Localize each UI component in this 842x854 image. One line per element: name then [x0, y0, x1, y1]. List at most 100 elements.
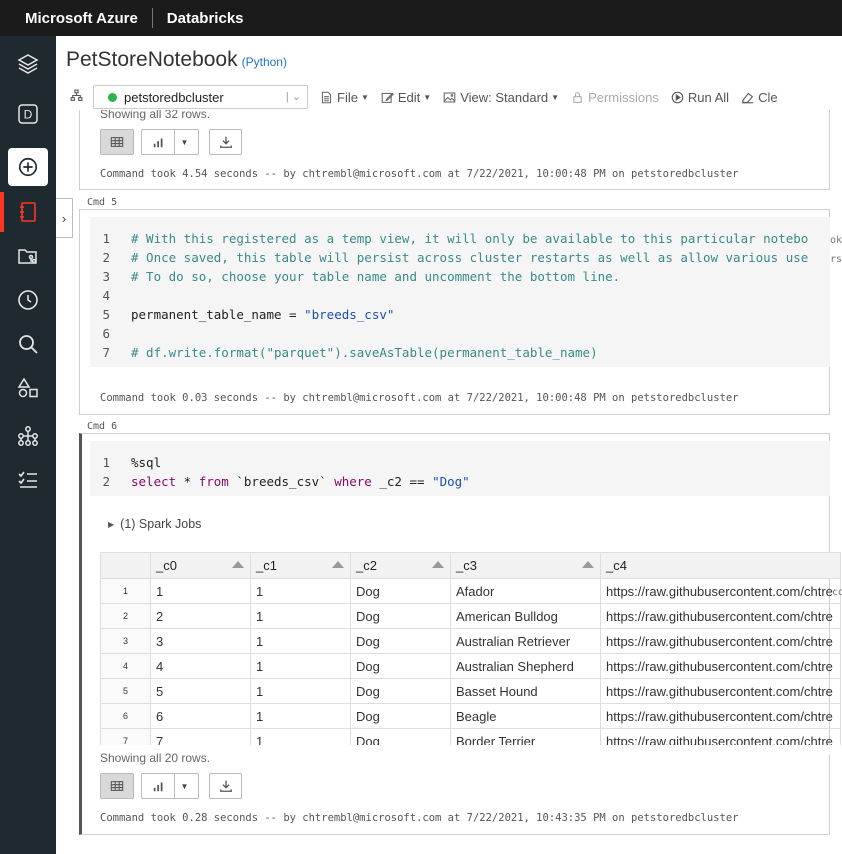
- table-header-row: _c0 _c1 _c2 _c3 _c4: [100, 552, 841, 579]
- azure-brand[interactable]: Microsoft Azure: [0, 10, 138, 27]
- notebook-content[interactable]: Showing all 32 rows. ▼ Command took 4.54…: [56, 110, 842, 854]
- top-bar: Microsoft Azure Databricks: [0, 0, 842, 36]
- chart-view-button[interactable]: ▼: [141, 129, 199, 155]
- sort-icon: [232, 561, 244, 568]
- notebook-name[interactable]: PetStoreNotebook: [66, 48, 238, 71]
- bar-chart-icon: [153, 138, 163, 148]
- download-icon: [219, 136, 232, 148]
- line-number: 1: [102, 455, 110, 470]
- table-icon: [110, 781, 124, 791]
- edit-menu[interactable]: Edit ▼: [381, 90, 431, 105]
- search-icon[interactable]: [0, 324, 56, 364]
- column-header[interactable]: _c2: [350, 552, 451, 579]
- bar-chart-icon: [153, 782, 163, 792]
- cell6-row-count: Showing all 20 rows.: [100, 751, 211, 765]
- eraser-icon: [741, 92, 754, 103]
- notebook-icon[interactable]: [0, 192, 56, 232]
- sort-icon: [432, 561, 444, 568]
- chevron-down-icon: ▼: [180, 137, 189, 147]
- code-line: # With this registered as a temp view, i…: [131, 231, 809, 246]
- databricks-brand: Databricks: [166, 9, 244, 27]
- permissions-button[interactable]: Permissions: [571, 90, 659, 105]
- code-line: # df.write.format("parquet").saveAsTable…: [131, 345, 598, 360]
- cell5-code-editor[interactable]: 1 # With this registered as a temp view,…: [90, 217, 830, 367]
- cluster-selector[interactable]: petstoredbcluster | ⌄: [93, 85, 308, 109]
- notebook-language[interactable]: (Python): [242, 55, 287, 69]
- chart-view-button[interactable]: ▼: [141, 773, 199, 799]
- clear-menu-label: Cle: [758, 89, 778, 105]
- column-header[interactable]: _c1: [250, 552, 351, 579]
- file-menu[interactable]: File ▼: [320, 90, 369, 105]
- sort-icon: [332, 561, 344, 568]
- cluster-name: petstoredbcluster: [124, 89, 224, 105]
- column-header[interactable]: _c4: [600, 552, 841, 579]
- cluster-tree-icon[interactable]: [0, 416, 56, 456]
- clipped-text: co: [832, 587, 842, 598]
- jobs-list-icon[interactable]: [0, 460, 56, 500]
- line-number: 3: [102, 269, 110, 284]
- clipped-text: rs: [830, 254, 842, 265]
- table-row: 6 6 1 Dog Beagle https://raw.githubuserconten…: [100, 703, 841, 729]
- line-number: 2: [102, 250, 110, 265]
- brand-divider: [151, 8, 153, 28]
- repos-icon[interactable]: [0, 236, 56, 276]
- column-header[interactable]: _c0: [150, 552, 251, 579]
- clear-menu[interactable]: Cle: [741, 90, 778, 105]
- svg-text:D: D: [24, 108, 33, 122]
- code-line: select * from `breeds_csv` where _c2 == …: [131, 474, 470, 489]
- layers-icon[interactable]: [0, 44, 56, 84]
- code-line: # To do so, choose your table name and u…: [131, 269, 621, 284]
- spark-jobs-label: (1) Spark Jobs: [120, 517, 202, 531]
- cluster-tree-icon: [70, 89, 83, 105]
- permissions-label: Permissions: [588, 89, 659, 105]
- file-icon: [321, 91, 332, 103]
- run-all-button[interactable]: Run All: [671, 90, 729, 105]
- notebook-title[interactable]: PetStoreNotebook (Python): [66, 48, 287, 72]
- column-header[interactable]: _c3: [450, 552, 601, 579]
- left-rail: D: [0, 36, 56, 854]
- edit-pencil-icon: [381, 92, 394, 103]
- row-number-header: [100, 552, 151, 579]
- table-row: 5 5 1 Dog Basset Hound https://raw.githubuser…: [100, 678, 841, 704]
- cell5-label: Cmd 5: [87, 197, 118, 208]
- results-table[interactable]: _c0 _c1 _c2 _c3 _c4 1 1 1 Dog Afador https://…: [100, 552, 841, 754]
- table-icon: [110, 137, 124, 147]
- workspace-d-icon[interactable]: D: [0, 94, 56, 134]
- cell6-code-editor[interactable]: 1 %sql 2 select * from `breeds_csv` wher…: [90, 441, 830, 496]
- shapes-icon[interactable]: [0, 368, 56, 408]
- image-view-icon: [443, 92, 456, 102]
- line-number: 7: [102, 345, 110, 360]
- table-view-button[interactable]: [100, 773, 134, 799]
- file-menu-label: File: [337, 89, 358, 105]
- caret-right-icon: ▶: [108, 519, 115, 529]
- cell4-execution-info: Command took 4.54 seconds -- by chtrembl…: [100, 168, 739, 180]
- notebook-toolbar: petstoredbcluster | ⌄ File ▼ Edit ▼ View: …: [66, 84, 842, 110]
- line-number: 4: [102, 288, 110, 303]
- table-row: 3 3 1 Dog Australian Retriever https://raw.gi…: [100, 628, 841, 654]
- download-icon: [219, 780, 232, 792]
- lock-icon: [573, 91, 582, 103]
- cluster-status-dot: [108, 92, 117, 102]
- chevron-down-icon: ▼: [180, 781, 189, 791]
- run-all-label: Run All: [687, 89, 730, 105]
- line-number: 1: [102, 231, 110, 246]
- table-clip-mask: [100, 745, 842, 755]
- recent-clock-icon[interactable]: [0, 280, 56, 320]
- cell6-execution-info: Command took 0.28 seconds -- by chtrembl…: [100, 812, 739, 824]
- table-row: 2 2 1 Dog American Bulldog https://raw.github…: [100, 603, 841, 629]
- table-row: 1 1 1 Dog Afador https://raw.githubuserconten…: [100, 578, 841, 604]
- create-plus-icon[interactable]: [8, 148, 48, 186]
- chevron-down-icon: | ⌄: [285, 91, 301, 103]
- code-line: # Once saved, this table will persist ac…: [131, 250, 809, 265]
- line-number: 2: [102, 474, 110, 489]
- cell6-label: Cmd 6: [87, 421, 118, 432]
- sort-icon: [582, 561, 594, 568]
- download-button[interactable]: [209, 129, 242, 155]
- download-button[interactable]: [209, 773, 242, 799]
- table-row: 4 4 1 Dog Australian Shepherd https://raw.git…: [100, 653, 841, 679]
- play-circle-icon: [671, 91, 684, 103]
- view-menu[interactable]: View: Standard ▼: [443, 90, 559, 105]
- spark-jobs-toggle[interactable]: ▶ (1) Spark Jobs: [108, 517, 201, 531]
- table-view-button[interactable]: [100, 129, 134, 155]
- cell4-row-count: Showing all 32 rows.: [100, 110, 211, 121]
